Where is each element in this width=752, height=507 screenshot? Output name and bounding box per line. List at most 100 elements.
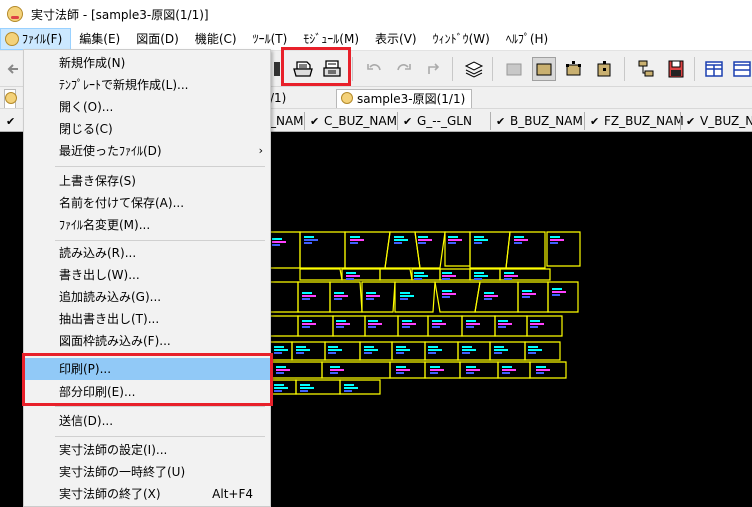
undo-icon[interactable] [362,57,386,81]
pattern-piece [434,281,481,313]
piece-label-mark [402,320,412,322]
hierarchy-icon[interactable] [634,57,658,81]
tab-icon-partial[interactable] [4,89,17,108]
partial-print-button[interactable] [320,57,344,81]
piece-label-mark [350,236,360,238]
layer-separator [304,112,305,130]
document-icon [341,92,353,104]
title-bar: 実寸法師 - [sample3-原図(1/1)] [0,0,752,28]
menu-item-close[interactable]: 閉じる(C) [25,118,271,140]
piece-gray-icon[interactable] [502,57,526,81]
menu-module[interactable]: ﾓｼﾞｭｰﾙ(M) [295,28,367,50]
piece-label-mark [552,288,562,290]
layer-v-buz-nam[interactable]: ✔ V_BUZ_NAM [686,112,752,130]
piece-label-mark [504,272,514,274]
piece-label-mark [368,323,382,325]
menu-item-exit[interactable]: 実寸法師の終了(X) Alt+F4 [25,483,271,505]
menu-item-print[interactable]: 印刷(P)... [25,358,271,380]
pattern-piece [379,268,413,281]
print-button[interactable] [291,57,315,81]
piece-label-mark [474,239,488,241]
piece-label-mark [272,238,282,240]
menu-item-suspend[interactable]: 実寸法師の一時終了(U) [25,461,271,483]
redo-icon[interactable] [392,57,416,81]
menu-item-recent-files[interactable]: 最近使ったﾌｧｲﾙ(D) › [25,140,271,162]
pattern-piece [505,231,546,269]
piece-label-mark [530,323,544,325]
piece-label-mark [528,346,538,348]
menu-item-extract-export[interactable]: 抽出書き出し(T)... [25,308,271,330]
repeat-icon[interactable] [422,57,446,81]
piece-label-mark [494,349,508,351]
menu-item-import[interactable]: 読み込み(R)... [25,242,271,264]
menu-item-new[interactable]: 新規作成(N) [25,52,271,74]
menu-file[interactable]: ﾌｧｲﾙ(F) [0,28,72,50]
layer-separator [680,112,681,130]
menu-item-label: 実寸法師の一時終了(U) [59,465,186,479]
piece-select-icon[interactable] [532,57,556,81]
window-tile-icon[interactable] [702,57,726,81]
menu-item-settings[interactable]: 実寸法師の設定(I)... [25,439,271,461]
menu-item-append-import[interactable]: 追加読み込み(G)... [25,286,271,308]
piece-label-mark [530,320,540,322]
menu-view[interactable]: 表示(V) [367,28,425,50]
layer-fz-buz-nam[interactable]: ✔ FZ_BUZ_NAM [590,112,684,130]
piece-label-mark [484,295,498,297]
menu-window[interactable]: ｳｨﾝﾄﾞｳ(W) [425,28,498,50]
menu-help[interactable]: ﾍﾙﾌﾟ(H) [498,28,556,50]
piece-label-mark [514,242,522,244]
menu-item-open[interactable]: 開く(O)... [25,96,271,118]
piece-label-mark [296,346,306,348]
tab-previous[interactable]: /1) [270,89,293,108]
check-icon: ✔ [686,115,696,128]
tab-previous-label: /1) [270,91,287,105]
menu-item-label: 新規作成(N) [59,56,126,70]
piece-label-mark [328,346,338,348]
piece-label-mark [394,239,408,241]
layers-icon[interactable] [462,57,486,81]
piece-label-mark [418,242,426,244]
piece-label-mark [330,372,338,374]
piece-label-mark [346,278,354,280]
menu-drawing[interactable]: 図面(D) [128,28,187,50]
menu-edit[interactable]: 編集(E) [71,28,128,50]
layer-separator [397,112,398,130]
toolbar-separator [352,57,353,81]
piece-points-icon[interactable] [562,57,586,81]
piece-label-mark [462,352,470,354]
toolbar-separator [694,57,695,81]
piece-vertical-points-icon[interactable] [592,57,616,81]
layer-b-buz-nam[interactable]: ✔ B_BUZ_NAM [496,112,583,130]
menu-item-load-frame[interactable]: 図面枠読み込み(F)... [25,330,271,352]
piece-label-mark [466,369,480,371]
menu-function[interactable]: 機能(C) [187,28,245,50]
menu-item-save-as[interactable]: 名前を付けて保存(A)... [25,192,271,214]
layer-c-buz-nam[interactable]: ✔ C_BUZ_NAM [310,112,397,130]
piece-label-mark [514,239,528,241]
piece-label-mark [336,326,344,328]
piece-label-mark [536,369,550,371]
save-disk-icon[interactable] [664,57,688,81]
tab-sample3-original[interactable]: sample3-原図(1/1) [336,89,473,108]
menu-item-partial-print[interactable]: 部分印刷(E)... [25,381,271,403]
menu-item-label: 追加読み込み(G)... [59,290,162,304]
layer-g-gln[interactable]: ✔ G_--_GLN [403,112,472,130]
menu-item-shortcut: Alt+F4 [212,487,253,501]
layer-separator [490,112,491,130]
menu-item-send[interactable]: 送信(D)... [25,410,271,432]
menu-item-export[interactable]: 書き出し(W)... [25,264,271,286]
menu-item-new-from-template[interactable]: ﾃﾝﾌﾟﾚｰﾄで新規作成(L)... [25,74,271,96]
piece-label-mark [432,320,442,322]
menu-tools[interactable]: ﾂｰﾙ(T) [245,28,296,50]
menu-item-rename[interactable]: ﾌｧｲﾙ名変更(M)... [25,214,271,236]
piece-label-mark [304,236,314,238]
piece-label-mark [502,366,512,368]
layer-nam[interactable]: _NAM [270,112,304,130]
piece-label-mark [502,372,510,374]
piece-label-mark [552,294,560,296]
piece-label-mark [336,320,346,322]
piece-label-mark [274,349,288,351]
menu-item-save[interactable]: 上書き保存(S) [25,170,271,192]
layer-toggle-partial[interactable]: ✔ [6,112,20,130]
window-cascade-icon[interactable] [730,57,752,81]
